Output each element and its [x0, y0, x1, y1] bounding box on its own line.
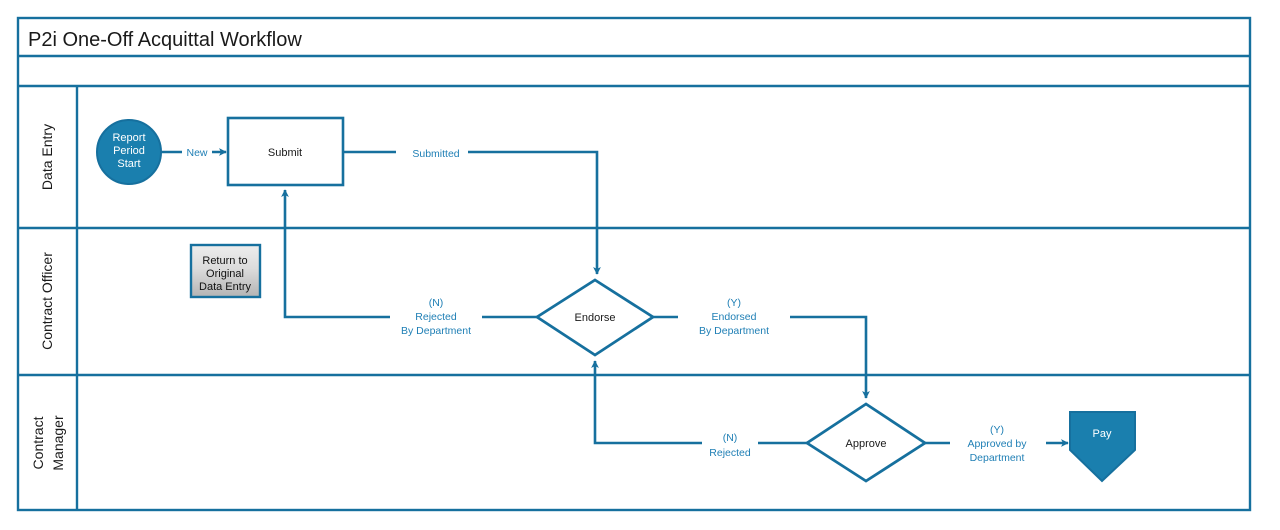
node-approve[interactable]: Approve — [804, 402, 928, 483]
edge-label-endorsed-by-department: By Department — [699, 325, 769, 337]
lane-header-data-entry: Data Entry — [39, 124, 55, 190]
lane-label-contract-officer: Contract Officer — [39, 252, 55, 350]
edge-approve-approved-to-pay: (Y) Approved by Department — [925, 422, 1069, 464]
lane-label-contract-manager-line2: Manager — [50, 415, 66, 471]
edge-submit-to-endorse: Submitted — [343, 144, 601, 275]
edge-label-approved-by: Approved by — [968, 438, 1028, 450]
node-label-start-line3: Start — [117, 158, 140, 170]
edge-start-to-submit: New — [161, 144, 227, 160]
node-label-return-line3: Data Entry — [199, 281, 251, 293]
node-submit[interactable]: Submit — [226, 116, 345, 187]
page-title: P2i One-Off Acquittal Workflow — [28, 29, 302, 51]
node-label-return-line1: Return to — [202, 255, 247, 267]
node-endorse[interactable]: Endorse — [534, 278, 656, 357]
lane-header-contract-officer: Contract Officer — [39, 252, 55, 350]
node-label-start-line2: Period — [113, 145, 145, 157]
edge-label-endorse-rejected: Rejected — [415, 311, 457, 323]
edge-label-endorsed-y: (Y) — [727, 297, 741, 309]
lane-label-contract-manager-line1: Contract — [30, 416, 46, 469]
node-label-endorse: Endorse — [575, 312, 616, 324]
edge-label-approve-rejected: Rejected — [709, 447, 751, 459]
edge-endorse-endorsed-to-approve: (Y) Endorsed By Department — [653, 295, 870, 399]
node-label-approve: Approve — [846, 438, 887, 450]
edge-label-endorsed: Endorsed — [712, 311, 757, 323]
edge-label-submitted: Submitted — [412, 148, 459, 160]
node-return-to-original-data-entry[interactable]: Return to Original Data Entry — [189, 243, 262, 299]
edge-label-approved-department: Department — [970, 452, 1025, 464]
node-label-start-line1: Report — [112, 132, 145, 144]
workflow-diagram-canvas: P2i One-Off Acquittal Workflow Data Entr… — [0, 0, 1280, 530]
edge-label-endorse-n: (N) — [429, 297, 444, 309]
edge-label-new: New — [186, 147, 207, 159]
edge-endorse-rejected-to-submit: (N) Rejected By Department — [281, 189, 537, 341]
node-report-period-start[interactable]: Report Period Start — [96, 119, 162, 185]
node-pay[interactable]: Pay — [1069, 411, 1136, 483]
lane-label-data-entry: Data Entry — [39, 124, 55, 190]
node-label-return-line2: Original — [206, 268, 244, 280]
edge-label-approve-n: (N) — [723, 432, 738, 444]
workflow-diagram: P2i One-Off Acquittal Workflow Data Entr… — [16, 16, 1252, 512]
node-label-submit: Submit — [268, 147, 302, 159]
lane-header-contract-manager: Contract Manager — [30, 415, 66, 471]
node-label-pay: Pay — [1093, 428, 1112, 440]
edge-label-endorse-by-department: By Department — [401, 325, 471, 337]
edge-label-approved-y: (Y) — [990, 424, 1004, 436]
